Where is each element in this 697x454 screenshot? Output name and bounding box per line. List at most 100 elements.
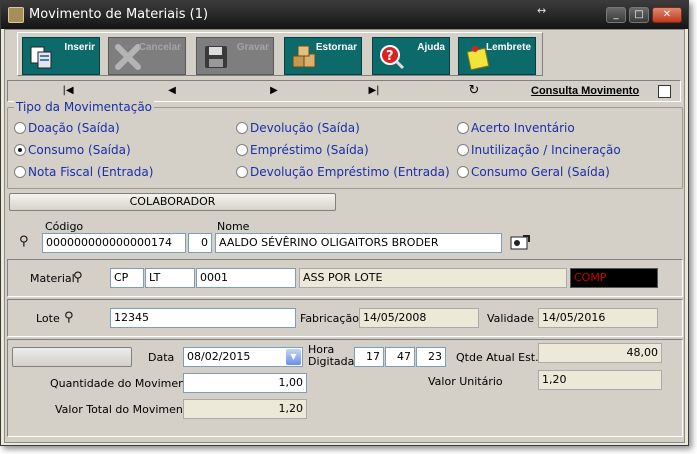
radio-consumo-geral[interactable]: Consumo Geral (Saída) [457, 165, 610, 179]
radio-consumo-geral-label: Consumo Geral (Saída) [471, 165, 610, 179]
close-button[interactable]: ✕ [652, 7, 682, 23]
data-label: Data [148, 351, 175, 364]
radio-circle-icon [14, 122, 26, 134]
codigo-digit-field[interactable]: 0 [188, 233, 212, 253]
radio-emprestimo[interactable]: Empréstimo (Saída) [236, 143, 369, 157]
minuto-field[interactable]: 47 [385, 347, 415, 367]
radio-circle-icon [236, 144, 248, 156]
nome-label: Nome [217, 220, 250, 233]
radio-emprestimo-label: Empréstimo (Saída) [250, 143, 369, 157]
hora-field[interactable]: 17 [354, 347, 384, 367]
quantidade-label: Quantidade do Movimento [50, 377, 197, 390]
data-picker[interactable]: 08/02/2015 ▼ [183, 347, 303, 367]
validade-field: 14/05/2016 [538, 308, 658, 328]
next-record-button[interactable]: ▶ [222, 82, 326, 100]
segundo-field[interactable]: 23 [416, 347, 446, 367]
radio-nota-fiscal-label: Nota Fiscal (Entrada) [28, 165, 154, 179]
material-field-3[interactable]: 0001 [196, 268, 296, 288]
radio-inutilizacao[interactable]: Inutilização / Incineração [457, 143, 621, 157]
tipo-movimentacao-group: Tipo da Movimentação Doação (Saída) Devo… [7, 100, 683, 189]
refresh-button[interactable]: ↻ [422, 82, 526, 100]
data-value: 08/02/2015 [187, 350, 251, 363]
lembrete-label: Lembrete [485, 42, 531, 53]
window-title: Movimento de Materiais (1) [29, 7, 209, 22]
fabricacao-label: Fabricação [300, 312, 359, 325]
main-window: Movimento de Materiais (1) ↔ _ □ ✕ Inser… [0, 0, 689, 446]
radio-nota-fiscal[interactable]: Nota Fiscal (Entrada) [14, 165, 153, 179]
tipo-movimentacao-legend: Tipo da Movimentação [14, 100, 155, 114]
help-magnifier-icon: ? [380, 45, 405, 70]
previous-record-button[interactable]: ◀ [120, 82, 224, 100]
binoculars-icon[interactable]: ⚲ [19, 234, 29, 249]
lote-panel: Lote ⚲ 12345 Fabricação 14/05/2008 Valid… [7, 299, 683, 337]
radio-circle-icon [457, 122, 469, 134]
blank-button[interactable] [12, 347, 132, 367]
radio-devolucao[interactable]: Devolução (Saída) [236, 121, 360, 135]
material-label: Material [30, 272, 75, 285]
valor-unitario-field: 1,20 [538, 370, 662, 390]
last-record-button[interactable]: ▶| [322, 82, 426, 100]
digitada-label: Digitada [308, 355, 355, 368]
minimize-button[interactable]: _ [606, 7, 626, 23]
radio-circle-icon [457, 144, 469, 156]
radio-consumo-label: Consumo (Saída) [28, 143, 131, 157]
quantidade-field[interactable]: 1,00 [183, 373, 307, 393]
ajuda-label: Ajuda [417, 42, 445, 53]
colaborador-section-button[interactable]: COLABORADOR [9, 193, 336, 211]
material-panel: Material ⚲ CP LT 0001 ASS POR LOTE COMP [7, 259, 683, 297]
radio-devolucao-label: Devolução (Saída) [250, 121, 360, 135]
record-navigator: |◀ ◀ ▶ ▶| ↻ Consulta Movimento [7, 80, 681, 102]
estornar-button[interactable]: Estornar [284, 37, 362, 75]
boxes-icon [292, 45, 316, 68]
material-comp-tag: COMP [570, 268, 658, 288]
nome-field[interactable]: AALDO SÉVÊRINO OLIGAITORS BRODER [215, 233, 502, 253]
lote-search-binoculars-icon[interactable]: ⚲ [64, 310, 74, 325]
title-bar[interactable]: Movimento de Materiais (1) ↔ _ □ ✕ [1, 1, 688, 29]
valor-total-field: 1,20 [183, 399, 307, 419]
radio-doacao[interactable]: Doação (Saída) [14, 121, 120, 135]
colaborador-lookup-icon[interactable] [509, 233, 531, 251]
radio-devolucao-emprestimo-label: Devolução Empréstimo (Entrada) [250, 165, 450, 179]
inserir-button[interactable]: Inserir [22, 37, 100, 75]
qtde-atual-field: 48,00 [538, 343, 662, 363]
consulta-movimento-label: Consulta Movimento [531, 85, 640, 97]
svg-text:?: ? [386, 49, 394, 64]
radio-circle-icon [457, 166, 469, 178]
toolbar: Inserir Cancelar Gravar Estornar ? Ajuda… [17, 32, 543, 76]
document-list-icon [658, 85, 671, 98]
material-field-1[interactable]: CP [110, 268, 144, 288]
first-record-button[interactable]: |◀ [16, 82, 120, 100]
form-client-area: Inserir Cancelar Gravar Estornar ? Ajuda… [4, 29, 685, 443]
radio-inutilizacao-label: Inutilização / Incineração [471, 143, 621, 157]
cancel-x-icon [115, 44, 141, 70]
app-icon [8, 7, 24, 23]
codigo-field[interactable]: 000000000000000174 [42, 233, 186, 253]
floppy-disk-icon [205, 46, 227, 68]
consulta-movimento-button[interactable]: Consulta Movimento [531, 82, 671, 100]
radio-consumo[interactable]: Consumo (Saída) [14, 143, 131, 157]
material-description-field: ASS POR LOTE [299, 268, 567, 288]
gravar-label: Gravar [236, 42, 269, 53]
radio-acerto-inventario[interactable]: Acerto Inventário [457, 121, 575, 135]
calendar-dropdown-icon[interactable]: ▼ [286, 349, 301, 365]
radio-circle-icon [236, 166, 248, 178]
material-field-2[interactable]: LT [145, 268, 195, 288]
radio-selected-icon [14, 144, 26, 156]
maximize-button[interactable]: □ [629, 7, 649, 23]
validade-label: Validade [487, 312, 534, 325]
movimento-panel: Data 08/02/2015 ▼ Hora Digitada 17 47 23… [7, 339, 683, 437]
radio-circle-icon [14, 166, 26, 178]
cancelar-button[interactable]: Cancelar [108, 37, 186, 75]
lote-field[interactable]: 12345 [110, 308, 296, 328]
inserir-label: Inserir [64, 42, 95, 53]
radio-devolucao-emprestimo[interactable]: Devolução Empréstimo (Entrada) [236, 165, 450, 179]
valor-total-label: Valor Total do Movimento [55, 403, 194, 416]
radio-acerto-label: Acerto Inventário [471, 121, 575, 135]
cancelar-label: Cancelar [138, 42, 181, 53]
resize-arrows-icon: ↔ [537, 4, 547, 17]
material-search-binoculars-icon[interactable]: ⚲ [73, 270, 83, 285]
ajuda-button[interactable]: ? Ajuda [372, 37, 450, 75]
codigo-label: Código [45, 220, 84, 233]
gravar-button[interactable]: Gravar [196, 37, 274, 75]
lembrete-button[interactable]: Lembrete [458, 37, 536, 75]
